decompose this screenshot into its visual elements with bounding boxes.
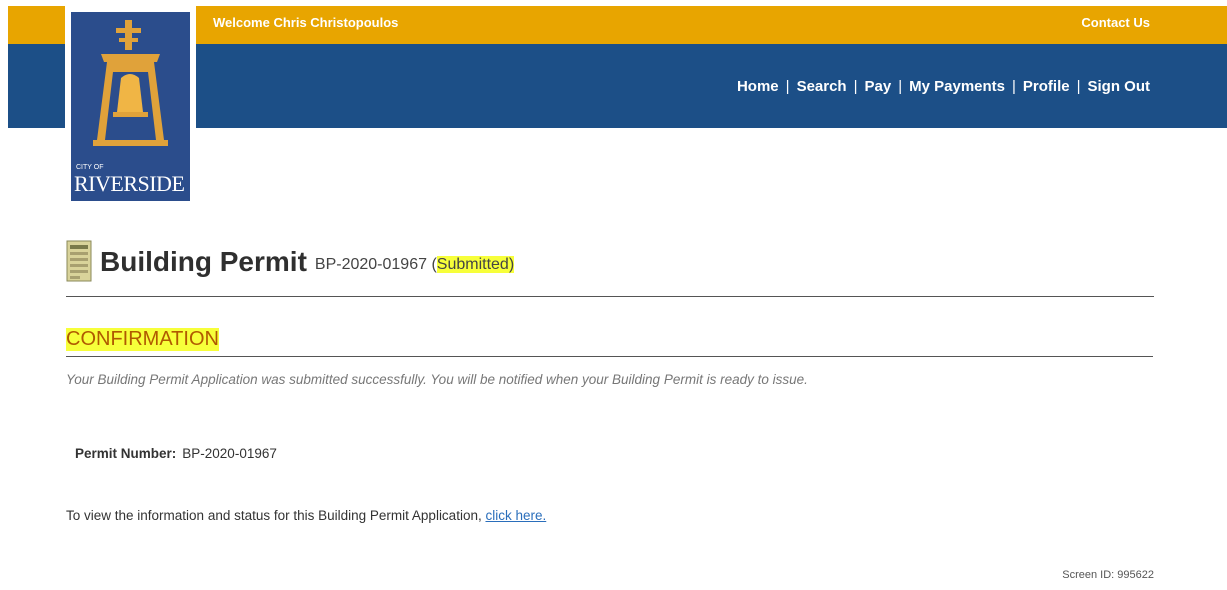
permit-number-label: Permit Number:: [75, 446, 177, 461]
logo-city-text: CITY OF: [76, 164, 104, 171]
screen-id: Screen ID: 995622: [1062, 569, 1154, 581]
confirmation-message: Your Building Permit Application was sub…: [66, 372, 808, 387]
status-badge: Submitted): [436, 256, 515, 273]
nav-my-payments[interactable]: My Payments: [909, 78, 1005, 95]
nav-separator: |: [1012, 78, 1016, 95]
nav-separator: |: [898, 78, 903, 95]
page-title: Building Permit BP-2020-01967 (Submitted…: [66, 240, 515, 282]
permit-number-row: Permit Number: BP-2020-01967: [75, 446, 277, 461]
nav-separator: |: [785, 78, 790, 95]
logo-name-text: RIVERSIDE: [74, 171, 185, 196]
nav-search[interactable]: Search: [797, 78, 847, 95]
title-divider: [66, 296, 1154, 297]
status-paren: (: [431, 256, 437, 273]
nav-separator: |: [853, 78, 858, 95]
permit-id-status: BP-2020-01967 (Submitted): [314, 248, 515, 282]
click-here-link[interactable]: click here.: [485, 508, 546, 523]
nav-separator: |: [1076, 78, 1081, 95]
view-status-row: To view the information and status for t…: [66, 508, 546, 523]
nav-home[interactable]: Home: [737, 78, 779, 95]
nav-sign-out[interactable]: Sign Out: [1088, 78, 1151, 95]
city-logo[interactable]: CITY OF RIVERSIDE: [65, 4, 196, 205]
view-status-text: To view the information and status for t…: [66, 508, 486, 523]
permit-number-value: BP-2020-01967: [182, 446, 277, 461]
nav-profile[interactable]: Profile: [1023, 78, 1070, 95]
main-nav: Home | Search | Pay | My Payments | Prof…: [737, 78, 1150, 95]
logo-panel: CITY OF RIVERSIDE: [71, 12, 190, 201]
contact-us-link[interactable]: Contact Us: [1081, 15, 1150, 30]
welcome-text: Welcome Chris Christopoulos: [213, 15, 399, 30]
nav-pay[interactable]: Pay: [865, 78, 892, 95]
confirmation-heading: CONFIRMATION: [66, 328, 219, 351]
permit-id: BP-2020-01967: [314, 256, 427, 273]
bell-tower-icon: [93, 20, 168, 146]
page-title-text: Building Permit: [100, 246, 307, 277]
permit-document-icon: [66, 240, 92, 282]
confirmation-divider: [66, 356, 1153, 357]
